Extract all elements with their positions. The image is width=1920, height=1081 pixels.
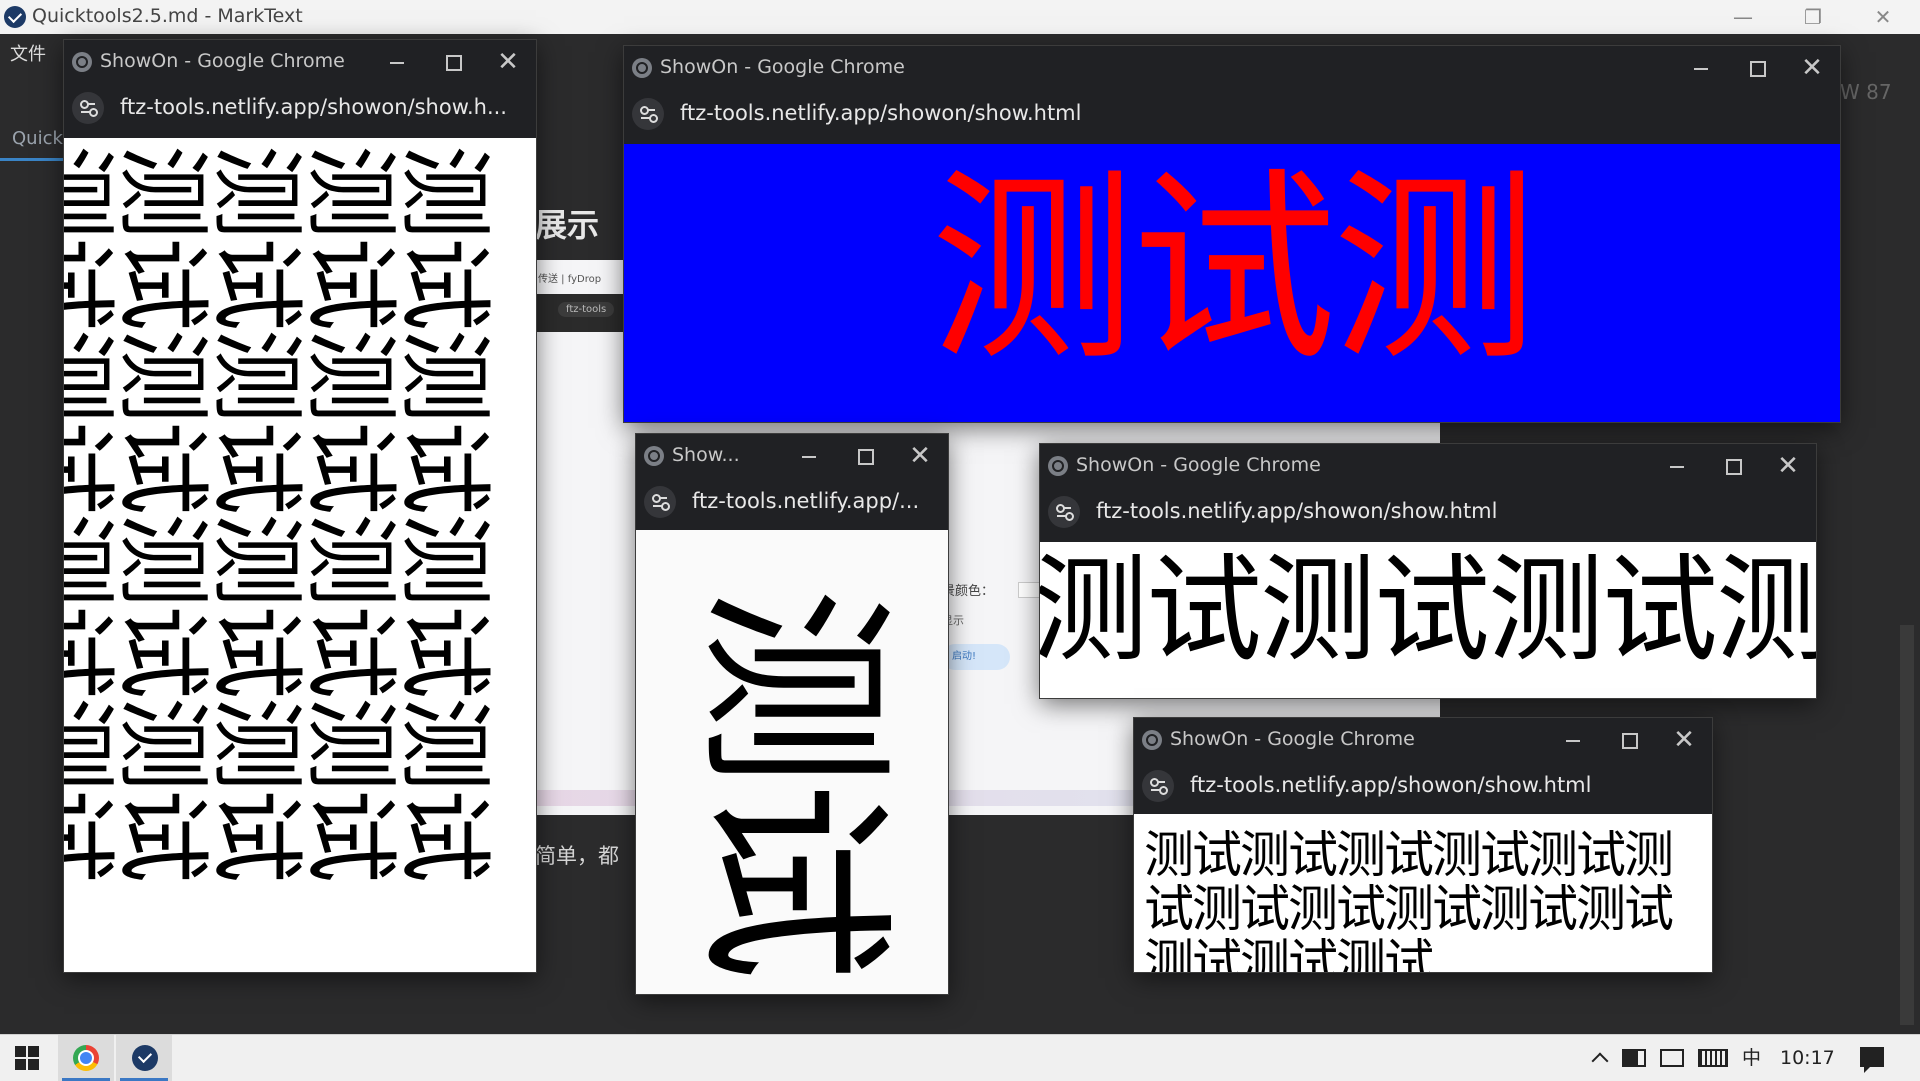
display-text: 测试测试测试测试测试测试测试测试测试测试测试测试测试测试测试测试测试测试测试测试… xyxy=(64,145,498,882)
display-text: 测试测试测试测试测试测试测试测试测试测试测试测试测试测试 xyxy=(1144,826,1674,972)
window-title: Show... xyxy=(672,444,740,466)
address-bar[interactable]: ftz-tools.netlify.app/... xyxy=(636,478,948,526)
maximize-button[interactable] xyxy=(1704,444,1760,488)
site-settings-icon[interactable] xyxy=(644,486,676,518)
globe-icon xyxy=(632,58,652,78)
ime-indicator[interactable]: 中 xyxy=(1742,1035,1761,1081)
url-text[interactable]: ftz-tools.netlify.app/showon/show.html xyxy=(1096,499,1497,523)
window-title: ShowOn - Google Chrome xyxy=(100,50,345,72)
site-settings-icon[interactable] xyxy=(1048,496,1080,528)
minimize-button[interactable] xyxy=(1672,46,1728,90)
page-content: 测试 xyxy=(636,530,948,994)
notification-center-icon[interactable] xyxy=(1860,1047,1884,1073)
marktext-icon xyxy=(132,1045,158,1071)
display-text: 测试测 xyxy=(930,151,1538,389)
address-bar[interactable]: ftz-tools.netlify.app/showon/show.html xyxy=(624,90,1840,138)
site-settings-icon[interactable] xyxy=(632,98,664,130)
windows-taskbar: 中 10:17 xyxy=(0,1034,1920,1081)
display-text: 测试测试测试测试测 xyxy=(1040,543,1816,678)
maximize-button[interactable] xyxy=(1728,46,1784,90)
minimize-button[interactable] xyxy=(368,40,424,84)
close-button[interactable]: ✕ xyxy=(892,434,948,478)
windows-logo-icon xyxy=(15,1046,26,1057)
page-content: 测试测试测试测试测试测试测试测试测试测试测试测试测试测试 xyxy=(1134,814,1712,972)
window-titlebar[interactable]: ShowOn - Google Chrome ✕ xyxy=(624,46,1840,90)
chrome-icon xyxy=(73,1045,99,1071)
document-paragraph: 简单，都 xyxy=(535,844,619,868)
marktext-restore-button[interactable]: ❐ xyxy=(1790,2,1836,32)
window-titlebar[interactable]: Show... ✕ xyxy=(636,434,948,478)
embedded-url-pill: ftz-tools xyxy=(558,302,615,317)
minimize-button[interactable] xyxy=(1544,718,1600,762)
url-text[interactable]: ftz-tools.netlify.app/showon/show.html xyxy=(680,101,1081,125)
chrome-window-showon-2[interactable]: ShowOn - Google Chrome ✕ ftz-tools.netli… xyxy=(624,46,1840,422)
marktext-minimize-button[interactable]: — xyxy=(1720,2,1766,32)
chrome-window-showon-4[interactable]: ShowOn - Google Chrome ✕ ftz-tools.netli… xyxy=(1040,444,1816,698)
url-text[interactable]: ftz-tools.netlify.app/showon/show.h... xyxy=(120,95,507,119)
close-button[interactable]: ✕ xyxy=(1784,46,1840,90)
url-text[interactable]: ftz-tools.netlify.app/... xyxy=(692,489,919,513)
window-title: ShowOn - Google Chrome xyxy=(660,56,905,78)
maximize-button[interactable] xyxy=(424,40,480,84)
tab-quicktools[interactable]: Quick xyxy=(12,128,63,149)
close-button[interactable]: ✕ xyxy=(480,40,536,84)
window-titlebar[interactable]: ShowOn - Google Chrome ✕ xyxy=(1134,718,1712,762)
network-icon[interactable] xyxy=(1660,1049,1684,1067)
address-bar[interactable]: ftz-tools.netlify.app/showon/show.h... xyxy=(64,84,536,132)
menu-file[interactable]: 文件 xyxy=(10,40,46,66)
rotated-text-container: 测试测试测试测试测试测试测试测试测试测试测试测试测试测试测试测试测试测试测试测试… xyxy=(64,145,498,965)
window-title: ShowOn - Google Chrome xyxy=(1170,728,1415,750)
display-text: 测试 xyxy=(676,586,909,975)
taskbar-app-chrome[interactable] xyxy=(58,1035,114,1081)
marktext-close-button[interactable]: ✕ xyxy=(1860,2,1906,32)
battery-icon[interactable] xyxy=(1622,1049,1646,1067)
embedded-bg-color-label: 景颜色： xyxy=(942,584,995,599)
keyboard-icon[interactable] xyxy=(1698,1049,1728,1067)
marktext-logo-icon xyxy=(4,6,26,28)
window-title: ShowOn - Google Chrome xyxy=(1076,454,1321,476)
page-content: 测试测试测试测试测 xyxy=(1040,542,1816,698)
marktext-titlebar: Quicktools2.5.md - MarkText — ❐ ✕ xyxy=(0,0,1920,34)
page-content: 测试测 xyxy=(624,144,1840,422)
word-count[interactable]: W 87 xyxy=(1840,80,1892,104)
embedded-start-pill: 启动! xyxy=(942,644,1010,670)
close-button[interactable]: ✕ xyxy=(1760,444,1816,488)
window-titlebar[interactable]: ShowOn - Google Chrome ✕ xyxy=(1040,444,1816,488)
maximize-button[interactable] xyxy=(836,434,892,478)
marktext-window-title: Quicktools2.5.md - MarkText xyxy=(32,5,303,27)
site-settings-icon[interactable] xyxy=(1142,770,1174,802)
show-hidden-icons-chevron-icon[interactable] xyxy=(1590,1049,1610,1067)
chrome-window-showon-5[interactable]: ShowOn - Google Chrome ✕ ftz-tools.netli… xyxy=(1134,718,1712,972)
minimize-button[interactable] xyxy=(1648,444,1704,488)
rotated-text-container: 测试 xyxy=(676,586,909,975)
active-tab-indicator xyxy=(0,158,64,161)
address-bar[interactable]: ftz-tools.netlify.app/showon/show.html xyxy=(1134,762,1712,810)
site-settings-icon[interactable] xyxy=(72,92,104,124)
clock[interactable]: 10:17 xyxy=(1780,1035,1835,1081)
url-text[interactable]: ftz-tools.netlify.app/showon/show.html xyxy=(1190,773,1591,797)
address-bar[interactable]: ftz-tools.netlify.app/showon/show.html xyxy=(1040,488,1816,536)
globe-icon xyxy=(644,446,664,466)
minimize-button[interactable] xyxy=(780,434,836,478)
document-heading: 展示 xyxy=(535,206,600,244)
page-content: 测试测试测试测试测试测试测试测试测试测试测试测试测试测试测试测试测试测试测试测试… xyxy=(64,138,536,972)
window-titlebar[interactable]: ShowOn - Google Chrome ✕ xyxy=(64,40,536,84)
start-button[interactable] xyxy=(0,1035,54,1081)
taskbar-app-marktext[interactable] xyxy=(116,1035,172,1081)
close-button[interactable]: ✕ xyxy=(1656,718,1712,762)
chrome-window-showon-3[interactable]: Show... ✕ ftz-tools.netlify.app/... 测试 xyxy=(636,434,948,994)
editor-scrollbar[interactable] xyxy=(1900,625,1914,1025)
globe-icon xyxy=(1048,456,1068,476)
globe-icon xyxy=(1142,730,1162,750)
globe-icon xyxy=(72,52,92,72)
maximize-button[interactable] xyxy=(1600,718,1656,762)
chrome-window-showon-1[interactable]: ShowOn - Google Chrome ✕ ftz-tools.netli… xyxy=(64,40,536,972)
